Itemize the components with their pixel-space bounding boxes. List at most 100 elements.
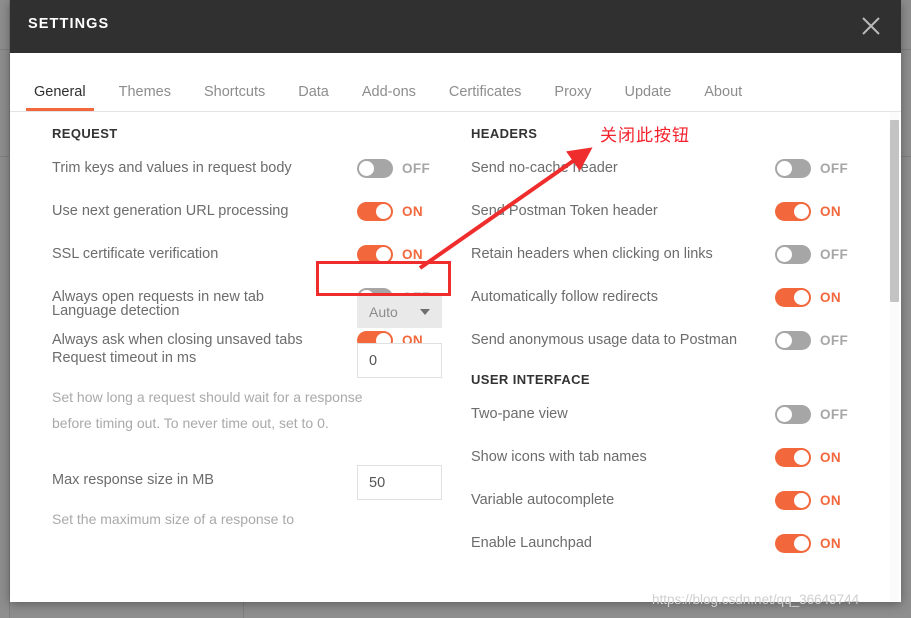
- toggle-knob: [794, 290, 809, 305]
- toggle-knob: [794, 493, 809, 508]
- toggle-knob: [376, 247, 391, 262]
- toggle-knob: [777, 247, 792, 262]
- tab-add-ons[interactable]: Add-ons: [362, 84, 416, 111]
- toggle-switch[interactable]: OFF: [775, 405, 848, 424]
- toggle-knob: [777, 407, 792, 422]
- section-title-headers: HEADERS: [471, 126, 538, 141]
- annotation-highlight-box: [316, 261, 451, 296]
- toggle-track: [775, 448, 811, 467]
- settings-tabs: General Themes Shortcuts Data Add-ons Certifi…: [10, 53, 901, 112]
- toggle-switch[interactable]: OFF: [775, 245, 848, 264]
- toggle-track: [775, 534, 811, 553]
- row-label: Trim keys and values in request body: [52, 160, 292, 176]
- toggle-switch[interactable]: ON: [775, 448, 841, 467]
- tab-shortcuts[interactable]: Shortcuts: [204, 84, 265, 111]
- toggle-state-label: ON: [820, 536, 842, 551]
- tab-data[interactable]: Data: [298, 84, 329, 111]
- toggle-state-label: ON: [820, 290, 842, 305]
- settings-content: REQUEST Trim keys and values in request …: [10, 112, 901, 602]
- modal-header: SETTINGS: [10, 0, 901, 53]
- toggle-state-label: OFF: [402, 161, 431, 176]
- toggle-switch[interactable]: ON: [357, 202, 423, 221]
- toggle-knob: [794, 536, 809, 551]
- close-button[interactable]: [853, 9, 889, 45]
- max-response-size-description: Set the maximum size of a response to: [52, 511, 294, 527]
- page-title: SETTINGS: [28, 16, 110, 32]
- toggle-track: [357, 159, 393, 178]
- toggle-switch[interactable]: OFF: [775, 159, 848, 178]
- toggle-switch[interactable]: OFF: [357, 159, 430, 178]
- row-label: Retain headers when clicking on links: [471, 246, 713, 262]
- setting-row: Two-pane view OFF: [471, 402, 871, 445]
- toggle-state-label: ON: [820, 204, 842, 219]
- row-label: Automatically follow redirects: [471, 289, 658, 305]
- toggle-state-label: ON: [402, 204, 424, 219]
- row-max-response-size: Max response size in MB Set the maximum …: [52, 465, 452, 532]
- row-label: Send anonymous usage data to Postman: [471, 332, 738, 348]
- toggle-state-label: OFF: [820, 407, 849, 422]
- tab-proxy[interactable]: Proxy: [554, 84, 591, 111]
- toggle-track: [775, 202, 811, 221]
- setting-row: Send anonymous usage data to Postman OFF: [471, 328, 871, 371]
- setting-row: Send Postman Token header ON: [471, 199, 871, 242]
- toggle-knob: [777, 161, 792, 176]
- row-label: SSL certificate verification: [52, 246, 219, 262]
- toggle-knob: [794, 450, 809, 465]
- toggle-switch[interactable]: ON: [775, 288, 841, 307]
- request-timeout-description: Set how long a request should wait for a…: [52, 389, 363, 431]
- setting-row: Automatically follow redirects ON: [471, 285, 871, 328]
- row-label: Send Postman Token header: [471, 203, 658, 219]
- scrollbar-thumb[interactable]: [890, 120, 899, 302]
- toggle-knob: [777, 333, 792, 348]
- row-label: Send no-cache header: [471, 160, 618, 176]
- language-detection-value: Auto: [369, 303, 398, 320]
- toggle-state-label: ON: [402, 247, 424, 262]
- toggle-knob: [359, 161, 374, 176]
- toggle-switch[interactable]: ON: [775, 491, 841, 510]
- setting-row: Variable autocomplete ON: [471, 488, 871, 531]
- tab-about[interactable]: About: [704, 84, 742, 111]
- toggle-track: [775, 159, 811, 178]
- toggle-switch[interactable]: OFF: [775, 331, 848, 350]
- toggle-knob: [794, 204, 809, 219]
- content-scrollbar[interactable]: [890, 112, 899, 601]
- toggle-track: [775, 245, 811, 264]
- setting-row: Use next generation URL processing ON: [52, 199, 452, 242]
- screen: SETTINGS General Themes Shortcuts Data Add-o…: [0, 0, 911, 618]
- toggle-track: [775, 288, 811, 307]
- chevron-down-icon: [420, 308, 430, 315]
- tab-themes[interactable]: Themes: [119, 84, 171, 111]
- toggle-track: [775, 491, 811, 510]
- toggle-state-label: ON: [820, 450, 842, 465]
- toggle-switch[interactable]: ON: [775, 534, 841, 553]
- tab-certificates[interactable]: Certificates: [449, 84, 522, 111]
- setting-row: Send no-cache header OFF: [471, 156, 871, 199]
- setting-row: Show icons with tab names ON: [471, 445, 871, 488]
- watermark: https://blog.csdn.net/qq_36649744: [652, 592, 860, 607]
- toggle-knob: [376, 204, 391, 219]
- request-timeout-input[interactable]: [357, 343, 442, 378]
- toggle-track: [357, 202, 393, 221]
- toggle-track: [775, 405, 811, 424]
- close-icon: [862, 17, 880, 35]
- toggle-track: [775, 331, 811, 350]
- max-response-size-input[interactable]: [357, 465, 442, 500]
- row-language-detection: Language detection Auto: [52, 295, 452, 342]
- toggle-switch[interactable]: ON: [775, 202, 841, 221]
- language-detection-select[interactable]: Auto: [357, 295, 442, 328]
- tab-update[interactable]: Update: [625, 84, 672, 111]
- setting-row: Enable Launchpad ON: [471, 531, 871, 574]
- toggle-state-label: OFF: [820, 161, 849, 176]
- setting-row: Retain headers when clicking on links OFF: [471, 242, 871, 285]
- row-request-timeout: Request timeout in ms Set how long a req…: [52, 343, 452, 436]
- section-title-user-interface: USER INTERFACE: [471, 372, 591, 387]
- setting-row: Trim keys and values in request body OFF: [52, 156, 452, 199]
- tab-general[interactable]: General: [26, 84, 94, 111]
- toggle-state-label: ON: [820, 493, 842, 508]
- toggle-state-label: OFF: [820, 333, 849, 348]
- annotation-text: 关闭此按钮: [600, 126, 690, 146]
- row-label: Variable autocomplete: [471, 492, 615, 508]
- row-label: Two-pane view: [471, 406, 568, 422]
- row-label: Language detection: [52, 303, 180, 319]
- row-label: Show icons with tab names: [471, 449, 647, 465]
